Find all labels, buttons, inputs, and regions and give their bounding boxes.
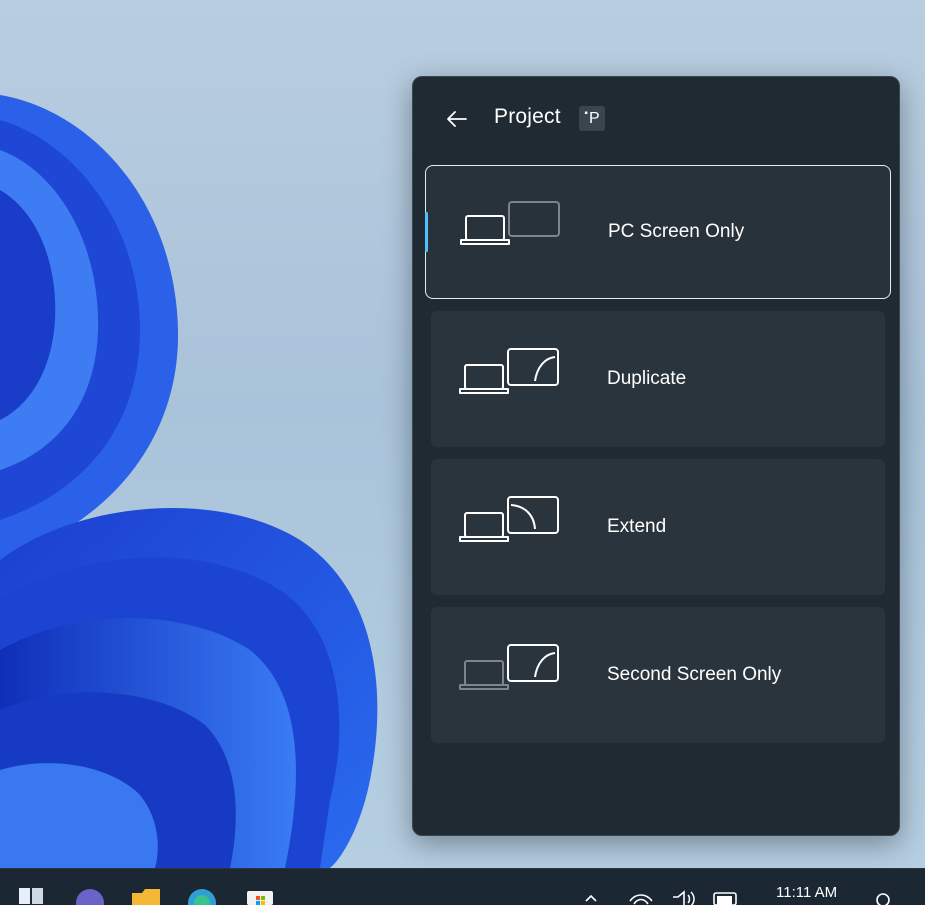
option-label: Duplicate bbox=[607, 368, 687, 389]
volume-icon[interactable] bbox=[670, 889, 696, 905]
option-pc-screen-only[interactable]: PC Screen Only bbox=[425, 165, 891, 299]
project-flyout: Project ▪ P PC Screen Only Duplicate Ext… bbox=[412, 76, 900, 836]
back-arrow-icon bbox=[447, 111, 467, 127]
project-options-list: PC Screen Only Duplicate Extend Second S… bbox=[425, 165, 891, 755]
battery-icon[interactable] bbox=[713, 891, 741, 905]
taskbar: 11:11 AM bbox=[0, 868, 925, 905]
shortcut-key: P bbox=[588, 109, 600, 127]
second-screen-only-icon bbox=[459, 644, 559, 690]
windows-key-icon: ▪ bbox=[584, 108, 588, 119]
option-duplicate[interactable]: Duplicate bbox=[431, 311, 885, 447]
keyboard-shortcut-badge: ▪ P bbox=[579, 106, 605, 131]
option-label: PC Screen Only bbox=[608, 221, 745, 242]
back-button[interactable] bbox=[439, 101, 475, 137]
taskbar-clock[interactable]: 11:11 AM bbox=[776, 884, 837, 901]
teams-icon[interactable] bbox=[74, 887, 106, 905]
flyout-title: Project bbox=[494, 105, 561, 128]
chevron-up-icon[interactable] bbox=[583, 891, 599, 903]
store-icon[interactable] bbox=[244, 887, 276, 905]
option-second-screen-only[interactable]: Second Screen Only bbox=[431, 607, 885, 743]
option-extend[interactable]: Extend bbox=[431, 459, 885, 595]
duplicate-icon bbox=[459, 348, 559, 394]
edge-icon[interactable] bbox=[186, 887, 218, 905]
flyout-header: Project ▪ P bbox=[413, 77, 899, 161]
selection-indicator bbox=[425, 212, 428, 252]
file-explorer-icon[interactable] bbox=[130, 887, 162, 905]
pc-screen-only-icon bbox=[460, 201, 560, 245]
extend-icon bbox=[459, 496, 559, 542]
wifi-icon[interactable] bbox=[628, 889, 654, 905]
option-label: Second Screen Only bbox=[607, 664, 782, 685]
start-icon[interactable] bbox=[18, 887, 44, 905]
notifications-icon[interactable] bbox=[873, 891, 893, 905]
option-label: Extend bbox=[607, 516, 667, 537]
